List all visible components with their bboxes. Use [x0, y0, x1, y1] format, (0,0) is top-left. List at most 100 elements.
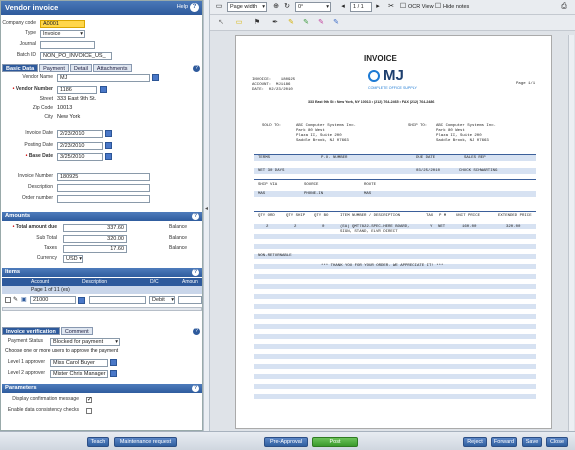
zoom-in-icon[interactable]: ⊕: [271, 2, 281, 12]
rotate-icon[interactable]: ↻: [282, 2, 292, 12]
items-col-account[interactable]: Account: [31, 278, 49, 286]
journal-field[interactable]: [40, 41, 95, 49]
teach-button[interactable]: Teach: [87, 437, 109, 447]
next-page-icon[interactable]: ▸: [373, 2, 383, 12]
document-scrollbar[interactable]: [568, 35, 574, 431]
hide-notes-checkbox[interactable]: ☐: [433, 2, 443, 12]
print-icon[interactable]: ⎙: [559, 2, 569, 12]
invoice-number-field[interactable]: 180925: [57, 173, 150, 181]
ship-to-line: ABC Computer Systems Inc.: [436, 124, 497, 128]
description-label: Description: [27, 184, 53, 190]
forward-button[interactable]: Forward: [491, 437, 517, 447]
help-icon[interactable]: ?: [192, 213, 199, 220]
vendor-number-label: • Vendor Number: [12, 86, 53, 92]
taxes-field[interactable]: 17.60: [63, 245, 127, 253]
pin-tool-icon[interactable]: ⚑: [252, 18, 262, 28]
scissors-icon[interactable]: ✂: [386, 2, 396, 12]
highlighter-green-icon[interactable]: ✎: [301, 18, 311, 28]
amounts-section-header[interactable]: Amounts?: [2, 212, 202, 221]
description-field[interactable]: [57, 184, 150, 192]
order-number-field[interactable]: [57, 195, 150, 203]
calendar-icon[interactable]: [105, 142, 112, 149]
account-lookup-button[interactable]: [78, 297, 85, 304]
note-tool-icon[interactable]: ▭: [234, 18, 244, 28]
close-button[interactable]: Close: [546, 437, 568, 447]
tab-detail[interactable]: Detail: [69, 64, 92, 72]
page-navigator[interactable]: 1 / 1: [350, 2, 372, 12]
highlighter-blue-icon[interactable]: ✎: [331, 18, 341, 28]
save-button[interactable]: Save: [522, 437, 542, 447]
item-account-field[interactable]: 21000: [30, 296, 76, 304]
highlighter-pink-icon[interactable]: ✎: [316, 18, 326, 28]
base-date-field[interactable]: 3/25/2010: [57, 153, 103, 161]
level1-lookup-button[interactable]: [110, 359, 117, 366]
pre-approval-button[interactable]: Pre-Approval: [264, 437, 308, 447]
tab-comment[interactable]: Comment: [60, 327, 93, 335]
tab-invoice-verification[interactable]: Invoice verification: [2, 327, 60, 335]
post-button[interactable]: Post: [312, 437, 358, 447]
item-dc-select[interactable]: Debit ▾: [149, 296, 175, 304]
col-qty-ship: QTY SHIP: [286, 214, 306, 218]
item-amount-field[interactable]: [178, 296, 202, 304]
tab-payment[interactable]: Payment: [39, 64, 69, 72]
total-amount-field[interactable]: 337.60: [63, 224, 127, 232]
items-scrollbar[interactable]: [2, 307, 202, 311]
level2-approver-field[interactable]: Mister Chris Manager: [50, 370, 108, 378]
vendor-name-field[interactable]: MJ: [57, 74, 150, 82]
help-icon[interactable]: ?: [193, 65, 200, 72]
display-confirmation-checkbox[interactable]: [86, 396, 92, 403]
items-col-dc[interactable]: D/C: [150, 278, 159, 286]
currency-select[interactable]: USD ▾: [63, 255, 83, 263]
pen-tool-icon[interactable]: ✒: [270, 18, 280, 28]
items-body-stripes: [254, 224, 536, 404]
level1-approver-field[interactable]: Miss Carol Buyer: [50, 359, 108, 367]
calendar-icon[interactable]: [105, 130, 112, 137]
fit-icon[interactable]: ▭: [214, 2, 224, 12]
company-code-field[interactable]: A0001: [40, 20, 85, 28]
vendor-number-lookup-button[interactable]: [100, 86, 107, 93]
calendar-icon[interactable]: [105, 153, 112, 160]
po-number-header: P.O. NUMBER: [321, 156, 348, 160]
chevron-down-icon: ▾: [262, 4, 265, 10]
reject-button[interactable]: Reject: [463, 437, 487, 447]
select-tool-icon[interactable]: ↖: [216, 18, 226, 28]
item-edit-icon[interactable]: ✎: [13, 296, 18, 303]
tab-attachments[interactable]: Attachments: [92, 64, 132, 72]
item-delete-icon[interactable]: ▣: [21, 296, 27, 303]
tab-basic-data[interactable]: Basic Data: [2, 64, 39, 72]
highlighter-yellow-icon[interactable]: ✎: [286, 18, 296, 28]
items-section-header[interactable]: Items?: [2, 268, 202, 277]
collapse-arrow-icon[interactable]: ◂: [205, 205, 208, 212]
vendor-search-button[interactable]: [152, 74, 159, 81]
rotation-select[interactable]: 0° ▾: [295, 2, 331, 12]
level2-lookup-button[interactable]: [110, 370, 117, 377]
terms-value: NET 30 DAYS: [258, 169, 285, 173]
help-icon[interactable]: ?: [193, 328, 200, 335]
posting-date-field[interactable]: 2/23/2010: [57, 142, 103, 150]
item-row-checkbox[interactable]: [5, 297, 11, 303]
ocr-view-label: OCR View: [408, 4, 434, 10]
item-description-field[interactable]: [89, 296, 146, 304]
type-select[interactable]: Invoice ▾: [40, 30, 85, 38]
vendor-number-field[interactable]: 1186: [57, 86, 97, 94]
help-icon[interactable]: ?: [192, 385, 199, 392]
parameters-section-header[interactable]: Parameters?: [2, 384, 202, 393]
help-icon[interactable]: ?: [192, 269, 199, 276]
items-col-amount[interactable]: Amoun: [182, 278, 198, 286]
subtotal-field[interactable]: 320.00: [63, 235, 127, 243]
row-qty-ship: 2: [294, 225, 297, 229]
help-icon[interactable]: ?: [190, 3, 199, 12]
invoice-date-field[interactable]: 2/23/2010: [57, 130, 103, 138]
items-divider: [254, 211, 536, 212]
items-col-description[interactable]: Description: [82, 278, 107, 286]
ocr-checkbox[interactable]: ☐: [398, 2, 408, 12]
payment-status-select[interactable]: Blocked for payment ▾: [50, 338, 120, 346]
prev-page-icon[interactable]: ◂: [338, 2, 348, 12]
zoom-select[interactable]: Page width ▾: [227, 2, 267, 12]
batch-id-field[interactable]: NON_PO_INVOICE_US_: [40, 52, 112, 60]
maintenance-request-button[interactable]: Maintenance request: [114, 437, 177, 447]
help-link[interactable]: Help: [177, 4, 188, 10]
panel-splitter[interactable]: ◂: [203, 0, 210, 431]
consistency-checks-checkbox[interactable]: [86, 408, 92, 414]
balance-label: Balance: [169, 224, 188, 230]
